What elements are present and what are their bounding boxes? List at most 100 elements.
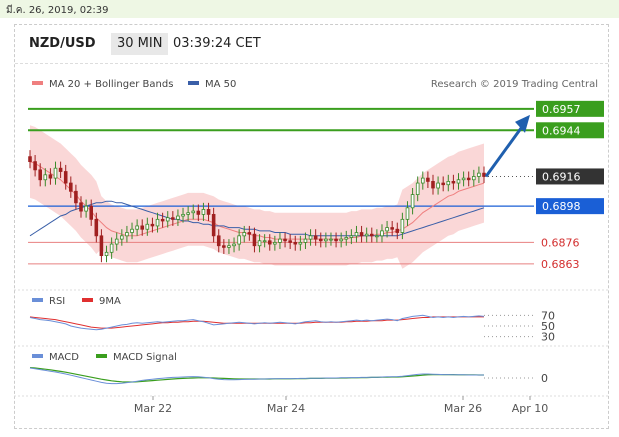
candle-body [303, 238, 308, 243]
candle-body [354, 232, 359, 237]
candle-body [109, 243, 114, 253]
candle-body [410, 194, 415, 209]
candle-body [53, 167, 58, 179]
level-label-0.6863: 0.6863 [541, 258, 580, 271]
candle-body [359, 232, 364, 237]
candle-body [318, 238, 323, 242]
candle-body [364, 233, 369, 237]
rsi9-line [29, 316, 484, 329]
level-label-0.6898: 0.6898 [542, 200, 581, 213]
projection-arrow-shaft [484, 125, 524, 178]
candle-body [58, 167, 63, 172]
candle-body [222, 245, 226, 248]
candle-body [140, 225, 145, 230]
candle-body [130, 228, 134, 233]
candle-body [79, 202, 83, 212]
candle-body [242, 232, 247, 237]
candle-body [273, 242, 277, 245]
candle-body [43, 174, 48, 181]
ma50-legend-swatch [188, 81, 199, 85]
candle-body [48, 174, 53, 179]
level-label-0.6876: 0.6876 [541, 236, 580, 249]
candle-body [257, 240, 262, 247]
macd-legend-label: MACD [49, 352, 79, 363]
x-tick-label: Mar 26 [444, 402, 482, 415]
candle-body [441, 182, 445, 186]
ma20-legend-swatch [32, 81, 43, 85]
candle-body [451, 181, 456, 184]
candle-body [446, 181, 451, 186]
candle-body [206, 209, 211, 215]
candle-body [395, 228, 400, 233]
candle-body [313, 235, 318, 240]
candle-body [63, 171, 68, 184]
candle-body [283, 238, 287, 242]
x-tick-label: Apr 10 [512, 402, 549, 415]
rsi9-legend-swatch [82, 298, 93, 302]
candle-body [28, 156, 32, 163]
candle-body [104, 251, 109, 257]
candle-body [456, 179, 461, 184]
candle-body [415, 182, 420, 195]
macd-signal-legend-swatch [96, 354, 107, 358]
macd-legend-swatch [32, 354, 43, 358]
candle-body [125, 232, 129, 237]
candle-body [369, 233, 374, 237]
candle-body [334, 238, 338, 242]
candle-body [477, 172, 481, 177]
level-label-0.6957: 0.6957 [542, 103, 581, 116]
candle-body [84, 205, 88, 212]
candle-body [426, 177, 430, 182]
candle-body [145, 223, 150, 230]
candle-body [181, 213, 185, 217]
candle-body [135, 225, 139, 230]
candle-body [482, 172, 486, 177]
candle-body [74, 190, 78, 204]
candle-body [120, 235, 124, 240]
candle-body [380, 230, 384, 237]
rsi-panel: 705030 [29, 309, 555, 344]
candle-body [165, 217, 170, 222]
candle-body [349, 235, 354, 238]
x-axis: Mar 22 Mar 24 Mar 26 Apr 10 [134, 396, 548, 415]
chart-canvas: MA 20 + Bollinger Bands MA 50 Research ©… [14, 79, 609, 415]
candle-body [466, 177, 471, 181]
candle-body [99, 235, 104, 257]
level-label-0.6944: 0.6944 [542, 124, 581, 137]
candle-body [461, 177, 466, 181]
candle-body [160, 218, 165, 222]
candle-body [431, 181, 435, 189]
macd-panel: 0 [29, 367, 548, 385]
candle-body [38, 169, 42, 181]
level-label-0.6916: 0.6916 [542, 170, 581, 183]
candle-body [472, 176, 476, 181]
candle-body [385, 227, 389, 232]
candle-body [114, 238, 119, 245]
candle-body [436, 182, 440, 189]
candle-body [308, 235, 313, 240]
candle-body [288, 240, 292, 243]
candle-body [150, 223, 155, 227]
candle-body [293, 242, 298, 245]
candle-body [33, 161, 37, 171]
candle-body [278, 238, 282, 243]
candle-body [262, 240, 267, 243]
candle-body [171, 217, 175, 220]
candle-body [267, 240, 272, 245]
candle-body [201, 209, 206, 215]
candle-body [216, 235, 221, 247]
candle-body [155, 218, 160, 227]
ma20-legend-label: MA 20 + Bollinger Bands [49, 79, 173, 90]
candle-body [176, 215, 180, 220]
candle-body [191, 210, 196, 214]
x-tick-label: Mar 22 [134, 402, 172, 415]
candle-body [232, 243, 236, 247]
rsi-legend-swatch [32, 298, 43, 302]
x-tick-label: Mar 24 [267, 402, 305, 415]
candle-body [227, 245, 231, 248]
candle-body [252, 233, 257, 247]
candle-body [211, 213, 216, 237]
candle-body [196, 210, 201, 215]
candle-body [89, 205, 94, 220]
rsi-level-label-30: 30 [541, 331, 555, 344]
